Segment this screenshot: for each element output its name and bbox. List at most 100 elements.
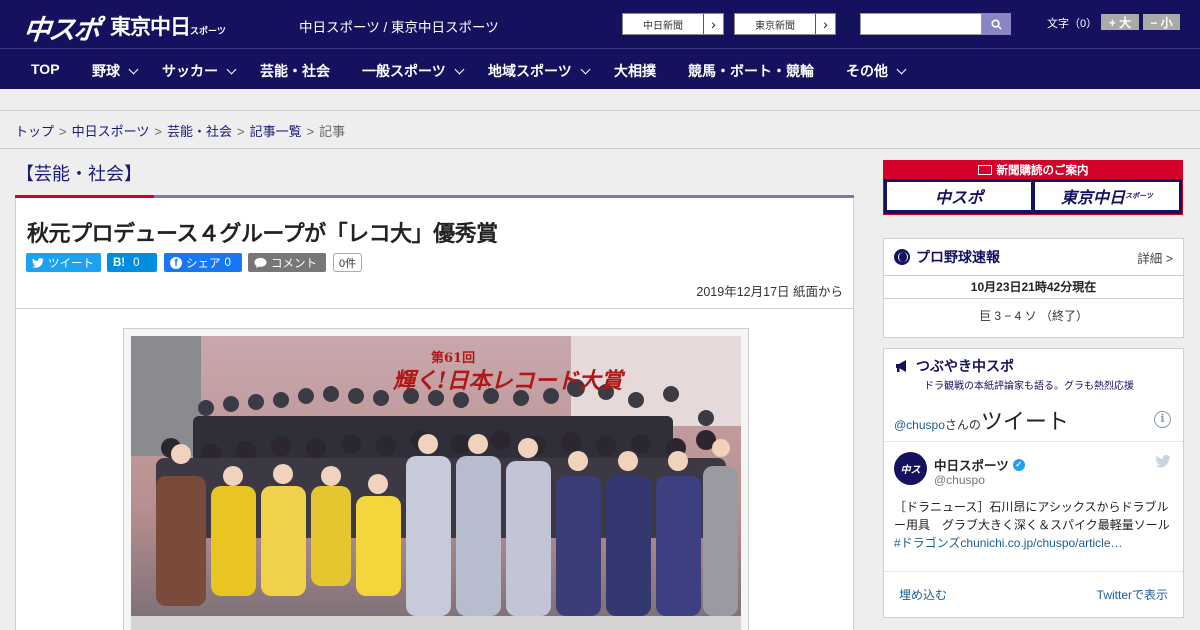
breadcrumb-top[interactable]: トップ <box>15 124 54 139</box>
article-title: 秋元プロデュース４グループが「レコ大」優秀賞 <box>27 222 498 247</box>
hatena-count: 0 <box>133 256 140 269</box>
nav-racing[interactable]: 競馬・ボート・競輪 <box>688 61 814 81</box>
tweet-text: ［ドラニュース］石川昂にアシックスからドラブルー用具 グラブ大きく深く＆スパイク… <box>894 498 1176 552</box>
nav-label: 芸能・社会 <box>260 63 330 79</box>
divider <box>884 571 1183 572</box>
nav-general-sports[interactable]: 一般スポーツ <box>362 61 465 81</box>
photo-banner-top: 第61回 <box>431 350 475 366</box>
account-name-text: 中日スポーツ <box>934 459 1009 473</box>
facebook-share-label: シェア <box>186 257 221 270</box>
score-timestamp: 10月23日21時42分現在 <box>884 275 1183 299</box>
award-group-photo: 第61回 輝く!日本レコード大賞 <box>131 336 741 630</box>
nav-top[interactable]: TOP <box>31 61 60 77</box>
view-on-twitter-link[interactable]: Twitterで表示 <box>1097 586 1168 603</box>
breadcrumb-sep: > <box>306 124 315 139</box>
baseball-detail-link[interactable]: 詳細 > <box>1137 248 1173 267</box>
chevron-down-icon <box>226 64 237 74</box>
comment-label: コメント <box>271 257 317 270</box>
tokyo-chunichi-logo[interactable]: 東京中日スポーツ <box>110 11 226 41</box>
breadcrumb-article-list[interactable]: 記事一覧 <box>250 124 302 139</box>
subscribe-chuspo-button[interactable]: 中スポ <box>887 182 1031 210</box>
chevron-down-icon <box>580 64 591 74</box>
nav-other[interactable]: その他 <box>846 61 907 81</box>
tweets-panel-header: つぶやき中スポ <box>884 349 1183 375</box>
breadcrumb-sep: > <box>59 124 67 139</box>
tokyo-shimbun-label: 東京新聞 <box>755 20 795 32</box>
nav-entertainment[interactable]: 芸能・社会 <box>260 61 330 81</box>
hatena-bookmark-button[interactable]: B! 0 <box>107 253 157 272</box>
timeline-heading: @chuspoさんのツイート <box>894 404 1069 436</box>
article-photo[interactable]: 第61回 輝く!日本レコード大賞 <box>131 336 741 630</box>
account-handle[interactable]: @chuspo <box>934 473 985 487</box>
facebook-share-button[interactable]: f シェア 0 <box>164 253 242 272</box>
nav-label: 地域スポーツ <box>488 63 572 79</box>
nav-label: その他 <box>846 63 888 79</box>
chunichi-shimbun-label: 中日新聞 <box>643 20 683 32</box>
nav-baseball[interactable]: 野球 <box>92 61 139 81</box>
timeline-handle-suffix: さんの <box>944 418 981 432</box>
chevron-down-icon <box>128 64 139 74</box>
article-category: 【芸能・社会】 <box>16 164 142 184</box>
site-name: 中日スポーツ / 東京中日スポーツ <box>299 20 499 35</box>
avatar[interactable]: 中ス <box>894 452 927 485</box>
tokyo-shimbun-link[interactable]: 東京新聞 › <box>734 13 836 35</box>
twitter-bird-icon <box>32 257 44 268</box>
subscription-buttons: 中スポ 東京中日 スポーツ <box>884 179 1182 213</box>
font-smaller-button[interactable]: − 小 <box>1143 14 1180 30</box>
breadcrumb-chunichi-sports[interactable]: 中日スポーツ <box>72 124 150 139</box>
nav-soccer[interactable]: サッカー <box>162 61 237 81</box>
subscribe-tokyo-chunichi-small: スポーツ <box>1125 192 1153 200</box>
chuspo-logo[interactable]: 中スポ <box>22 8 101 47</box>
verified-badge-icon: ✓ <box>1012 458 1025 471</box>
chevron-down-icon <box>454 64 465 74</box>
game-score[interactable]: 巨 3 − 4 ソ （終了） <box>884 307 1183 324</box>
comment-button[interactable]: コメント <box>248 253 326 272</box>
nav-local-sports[interactable]: 地域スポーツ <box>488 61 591 81</box>
tweet-link[interactable]: #ドラゴンズchunichi.co.jp/chuspo/article… <box>894 536 1123 550</box>
search-icon <box>991 18 1002 30</box>
megaphone-icon <box>896 360 906 372</box>
tweets-panel: つぶやき中スポ ドラ観戦の本紙評論家も語る。グラも熱烈応援 @chuspoさんの… <box>883 348 1184 618</box>
divider <box>0 148 1200 149</box>
search-form <box>860 13 1011 35</box>
nav-sumo[interactable]: 大相撲 <box>614 61 656 81</box>
baseball-icon <box>894 249 910 265</box>
nav-label: TOP <box>31 61 60 77</box>
tweet-body: ［ドラニュース］石川昂にアシックスからドラブルー用具 グラブ大きく深く＆スパイク… <box>894 500 1170 532</box>
subscription-header: 新聞購読のご案内 <box>884 161 1182 179</box>
breadcrumb-entertainment[interactable]: 芸能・社会 <box>167 124 232 139</box>
tokyo-chunichi-logo-small: スポーツ <box>190 27 226 37</box>
chevron-right-icon: › <box>703 14 723 34</box>
tweet-label: ツイート <box>48 257 94 270</box>
account-name[interactable]: 中日スポーツ ✓ <box>934 455 1025 474</box>
subscription-banner: 新聞購読のご案内 中スポ 東京中日 スポーツ <box>883 160 1183 215</box>
speech-bubble-icon <box>254 257 267 268</box>
search-input[interactable] <box>860 13 982 35</box>
search-button[interactable] <box>982 13 1011 35</box>
divider <box>0 110 1200 111</box>
photo-banner: 輝く!日本レコード大賞 <box>392 368 626 394</box>
info-icon[interactable]: i <box>1154 411 1171 428</box>
twitter-bird-icon[interactable] <box>1155 455 1171 468</box>
article-photo-frame: 第61回 輝く!日本レコード大賞 <box>123 328 749 630</box>
subscribe-tokyo-chunichi-button[interactable]: 東京中日 スポーツ <box>1035 182 1179 210</box>
subscribe-tokyo-chunichi-label: 東京中日 <box>1061 188 1126 207</box>
divider <box>16 308 853 309</box>
embed-link[interactable]: 埋め込む <box>899 586 947 603</box>
comment-count: 0件 <box>333 253 363 272</box>
baseball-panel-title: プロ野球速報 <box>916 249 1000 265</box>
font-size-label: 文字（0） <box>1047 18 1098 30</box>
breadcrumb-sep: > <box>236 124 245 139</box>
top-bar: 中スポ 東京中日スポーツ 中日スポーツ / 東京中日スポーツ 中日新聞 › 東京… <box>0 0 1200 48</box>
chunichi-shimbun-link[interactable]: 中日新聞 › <box>622 13 724 35</box>
tokyo-chunichi-logo-text: 東京中日 <box>110 15 191 39</box>
facebook-share-count: 0 <box>224 256 231 269</box>
tweet-button[interactable]: ツイート <box>26 253 101 272</box>
timeline-handle[interactable]: @chuspo <box>894 418 945 432</box>
nav-label: 大相撲 <box>614 63 656 79</box>
nav-label: 一般スポーツ <box>362 63 446 79</box>
nav-label: 野球 <box>92 63 120 79</box>
font-bigger-button[interactable]: + 大 <box>1101 14 1139 30</box>
breadcrumb-sep: > <box>154 124 162 139</box>
baseball-scores-panel: プロ野球速報 詳細 > 10月23日21時42分現在 巨 3 − 4 ソ （終了… <box>883 238 1184 338</box>
